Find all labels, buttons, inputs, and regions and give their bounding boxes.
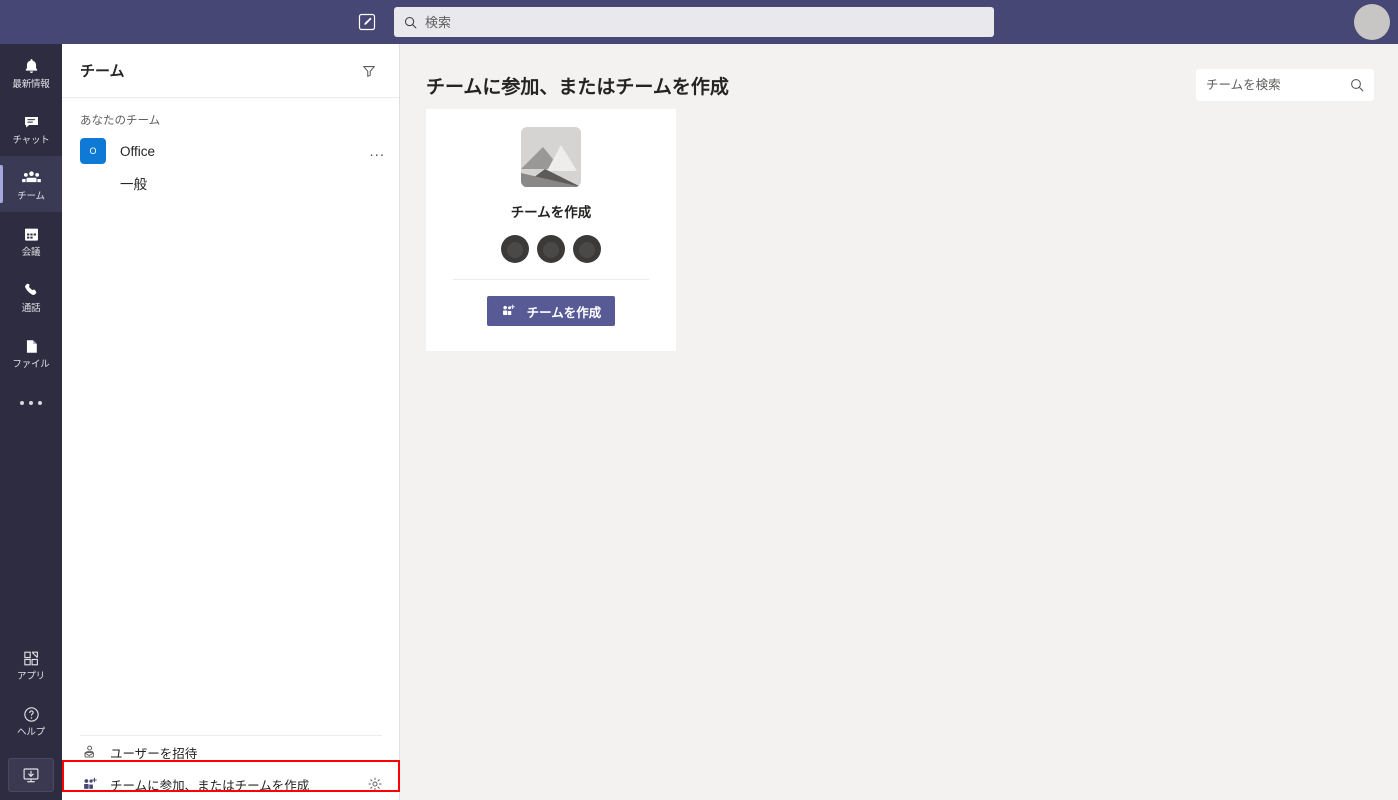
team-search-input[interactable] [1206, 78, 1350, 92]
global-search-box[interactable] [394, 7, 994, 37]
invite-user-icon [82, 744, 104, 760]
sidebar-item-label: 会議 [21, 247, 41, 259]
sidebar-item-chat[interactable]: チャット [0, 100, 62, 156]
mountain-landscape-thumbnail [521, 127, 581, 187]
sidebar-more-apps-button[interactable] [0, 380, 62, 426]
top-bar [0, 0, 1398, 44]
search-icon [1350, 78, 1364, 92]
main-page-title: チームに参加、またはチームを作成 [426, 76, 729, 98]
left-nav-rail: 最新情報 チャット チーム 会議 通話 ファイル アプリ ヘルプ [0, 44, 62, 800]
sidebar-item-label: ヘルプ [17, 727, 45, 739]
avatar [573, 235, 601, 263]
top-bar-left-spacer [0, 22, 352, 23]
sidebar-item-calls[interactable]: 通話 [0, 268, 62, 324]
ellipsis-icon [38, 401, 42, 405]
channel-name: 一般 [120, 177, 147, 192]
sidebar-item-files[interactable]: ファイル [0, 324, 62, 380]
avatar[interactable] [1354, 4, 1390, 40]
phone-icon [22, 279, 41, 301]
teams-list-panel: チーム あなたのチーム O Office ... 一般 ユーザーを招待 チームに… [62, 44, 400, 800]
teams-panel-footer: ユーザーを招待 チームに参加、またはチームを作成 [62, 735, 400, 800]
team-search-box[interactable] [1196, 69, 1374, 101]
sidebar-item-activity[interactable]: 最新情報 [0, 44, 62, 100]
search-input[interactable] [425, 14, 984, 30]
search-icon [404, 16, 417, 29]
sidebar-item-label: 最新情報 [12, 79, 50, 91]
help-question-icon [22, 703, 41, 725]
filter-funnel-icon[interactable] [355, 57, 383, 85]
team-name: Office [120, 143, 156, 159]
join-create-team-icon [82, 777, 104, 792]
ellipsis-icon [20, 401, 24, 405]
sidebar-item-label: チーム [17, 191, 45, 203]
add-team-icon [501, 304, 517, 318]
your-teams-label: あなたのチーム [80, 115, 161, 127]
sidebar-item-apps[interactable]: アプリ [0, 636, 62, 692]
apps-grid-icon [22, 647, 41, 669]
sidebar-item-meetings[interactable]: 会議 [0, 212, 62, 268]
create-team-card-label: チームを作成 [510, 205, 592, 220]
file-icon [22, 335, 41, 357]
page-title: チーム [80, 63, 125, 80]
rail-bottom-group: アプリ ヘルプ [0, 636, 62, 800]
bell-icon [22, 55, 41, 77]
sidebar-item-label: アプリ [17, 671, 45, 683]
join-or-create-team-button[interactable]: チームに参加、またはチームを作成 [62, 768, 400, 800]
channel-row-general[interactable]: 一般 [62, 168, 399, 198]
main-content: チームに参加、またはチームを作成 チームを検索 チームを作成 チームを作成 [400, 44, 1398, 800]
team-row-office[interactable]: O Office ... [62, 134, 399, 168]
create-team-card[interactable]: チームを作成 チームを作成 [426, 109, 676, 351]
sidebar-item-help[interactable]: ヘルプ [0, 692, 62, 748]
invite-people-label: ユーザーを招待 [110, 746, 198, 761]
teams-panel-header: チーム [62, 44, 399, 98]
team-avatar: O [80, 138, 106, 164]
member-avatars-group [497, 235, 605, 263]
main-header: チームに参加、またはチームを作成 [400, 44, 1398, 106]
avatar [501, 235, 529, 263]
sidebar-item-label: チャット [12, 135, 50, 147]
compose-pencil-icon[interactable] [352, 7, 382, 37]
teams-people-icon [21, 167, 42, 189]
gear-icon[interactable] [364, 773, 386, 795]
teams-app-window: 最新情報 チャット [0, 0, 1398, 800]
calendar-icon [22, 223, 41, 245]
download-desktop-app-icon[interactable] [8, 758, 54, 792]
sidebar-item-label: 通話 [21, 303, 41, 315]
invite-people-button[interactable]: ユーザーを招待 [62, 736, 400, 768]
sidebar-item-teams[interactable]: チーム [0, 156, 62, 212]
team-more-options-button[interactable]: ... [369, 144, 385, 159]
join-or-create-team-label: チームに参加、またはチームを作成 [110, 778, 310, 793]
sidebar-item-label: ファイル [12, 359, 50, 371]
card-divider [453, 279, 649, 280]
avatar [537, 235, 565, 263]
create-team-button[interactable]: チームを作成 [486, 296, 616, 326]
create-team-button-label: チームを作成 [526, 305, 602, 320]
ellipsis-icon [29, 401, 33, 405]
chat-bubble-icon [22, 111, 41, 133]
